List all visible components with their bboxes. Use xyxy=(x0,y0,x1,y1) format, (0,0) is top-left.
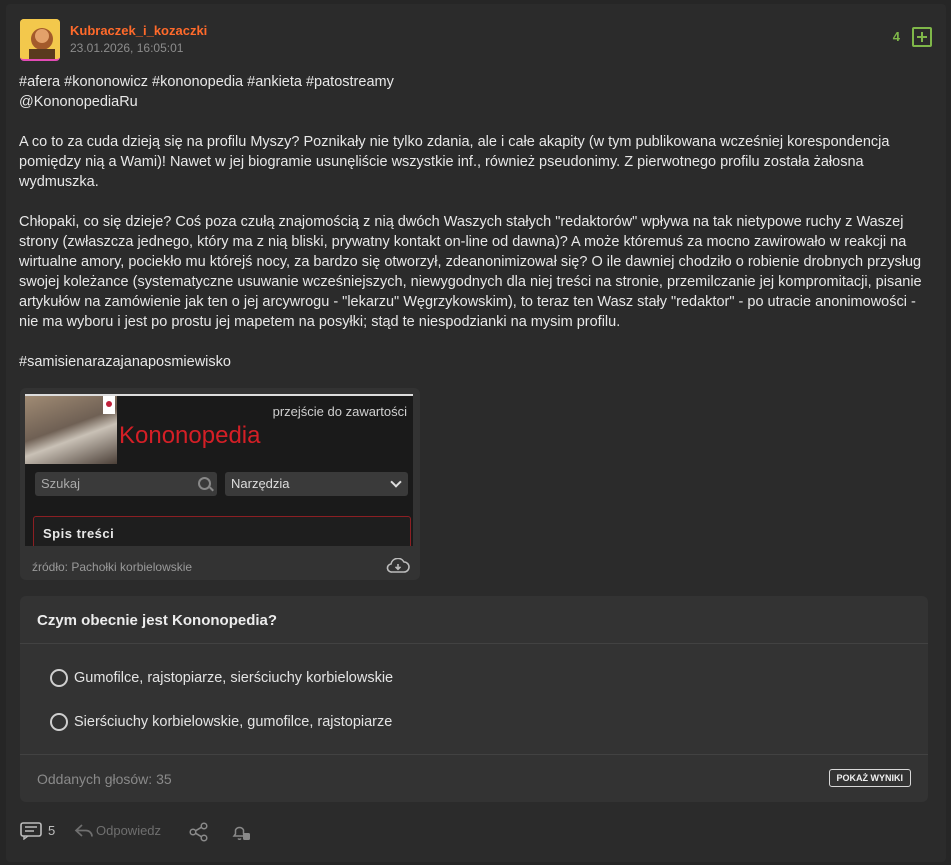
search-icon xyxy=(198,477,211,490)
comments-icon[interactable] xyxy=(20,822,42,840)
post-header: Kubraczek_i_kozaczki 23.01.2026, 16:05:0… xyxy=(20,19,932,63)
poll: Czym obecnie jest Kononopedia? Gumofilce… xyxy=(20,596,928,802)
embedded-screenshot[interactable]: Kononopedia przejście do zawartości Szuk… xyxy=(25,394,413,546)
vote-count: 4 xyxy=(892,29,900,44)
post-card: Kubraczek_i_kozaczki 23.01.2026, 16:05:0… xyxy=(6,4,946,862)
paragraph-1: A co to za cuda dzieją się na profilu My… xyxy=(19,134,890,190)
poll-option-label[interactable]: Gumofilce, rajstopiarze, sierściuchy kor… xyxy=(74,670,393,686)
skip-to-content-link: przejście do zawartości xyxy=(272,404,407,419)
post-date: 23.01.2026, 16:05:01 xyxy=(70,41,184,55)
kononopedia-logo: Kononopedia xyxy=(119,422,261,449)
radio-icon[interactable] xyxy=(50,713,68,731)
search-placeholder: Szukaj xyxy=(41,476,81,491)
upvote-plus-icon[interactable] xyxy=(912,27,932,47)
tools-label: Narzędzia xyxy=(231,476,290,491)
embed-tools-select: Narzędzia xyxy=(225,472,408,496)
poll-question: Czym obecnie jest Kononopedia? xyxy=(37,612,278,629)
mention-line[interactable]: @KononopediaRu xyxy=(19,92,924,112)
cloud-download-icon[interactable] xyxy=(386,558,410,574)
post-actions: 5 Odpowiedz xyxy=(20,820,420,842)
reply-icon[interactable] xyxy=(74,822,94,840)
votes-cast: Oddanych głosów: 35 xyxy=(37,771,172,787)
embedded-image-card[interactable]: Kononopedia przejście do zawartości Szuk… xyxy=(20,388,420,580)
avatar-image-icon xyxy=(20,19,60,59)
chevron-down-icon xyxy=(390,476,402,488)
tags-line[interactable]: #afera #kononowicz #kononopedia #ankieta… xyxy=(19,72,924,92)
flag-icon xyxy=(103,396,115,414)
share-icon[interactable] xyxy=(188,822,210,842)
embed-source: źródło: Pachołki korbielowskie xyxy=(32,560,193,574)
notification-bell-icon[interactable] xyxy=(230,822,252,842)
reply-button[interactable]: Odpowiedz xyxy=(96,823,161,838)
show-results-button[interactable]: POKAŻ WYNIKI xyxy=(828,769,911,787)
embed-search-box: Szukaj xyxy=(35,472,217,496)
closing-tag[interactable]: #samisienarazajanaposmiewisko xyxy=(19,352,924,372)
avatar[interactable] xyxy=(20,19,60,61)
post-body: #afera #kononowicz #kononopedia #ankieta… xyxy=(19,72,924,372)
author-name[interactable]: Kubraczek_i_kozaczki xyxy=(70,23,207,38)
radio-icon[interactable] xyxy=(50,669,68,687)
embed-toc-box: Spis treści xyxy=(33,516,411,546)
toc-label: Spis treści xyxy=(43,526,115,541)
poll-option-label[interactable]: Sierściuchy korbielowskie, gumofilce, ra… xyxy=(74,714,392,730)
paragraph-2: Chłopaki, co się dzieje? Coś poza czułą … xyxy=(19,214,922,330)
comment-count[interactable]: 5 xyxy=(48,823,55,838)
